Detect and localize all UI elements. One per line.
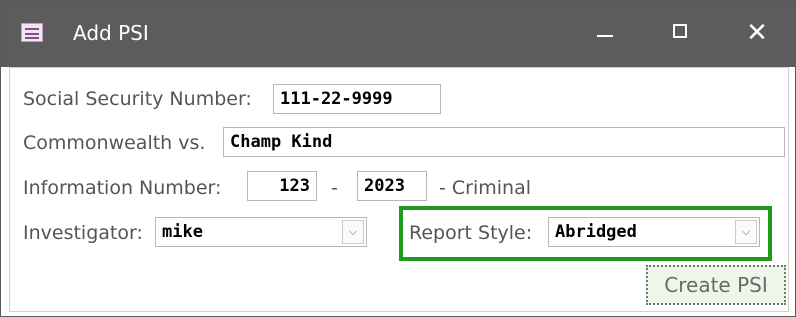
maximize-icon bbox=[673, 24, 687, 38]
information-year-input[interactable]: 2023 bbox=[357, 171, 427, 201]
investigator-dropdown[interactable]: mike ⌵ bbox=[155, 217, 367, 247]
information-number-dash: - bbox=[331, 177, 338, 199]
information-number-input[interactable]: 123 bbox=[247, 171, 317, 201]
commonwealth-input[interactable]: Champ Kind bbox=[223, 127, 785, 157]
report-style-label: Report Style: bbox=[409, 222, 533, 244]
access-form-icon bbox=[21, 23, 43, 42]
investigator-label: Investigator: bbox=[23, 222, 143, 244]
maximize-button[interactable] bbox=[649, 7, 713, 59]
chevron-down-icon[interactable]: ⌵ bbox=[735, 220, 757, 244]
create-psi-button[interactable]: Create PSI bbox=[646, 265, 786, 305]
report-style-value: Abridged bbox=[555, 222, 637, 242]
close-button[interactable]: ✕ bbox=[725, 7, 789, 59]
ssn-input[interactable]: 111-22-9999 bbox=[273, 84, 441, 114]
report-style-dropdown[interactable]: Abridged ⌵ bbox=[548, 217, 760, 247]
add-psi-window: Add PSI ✕ Social Security Number: 111-22… bbox=[0, 0, 796, 317]
window-title: Add PSI bbox=[73, 21, 149, 45]
criminal-label: - Criminal bbox=[439, 177, 532, 199]
minimize-icon bbox=[597, 35, 613, 37]
commonwealth-label: Commonwealth vs. bbox=[23, 132, 206, 154]
title-bar[interactable]: Add PSI ✕ bbox=[1, 1, 795, 67]
information-number-label: Information Number: bbox=[23, 177, 222, 199]
investigator-value: mike bbox=[162, 222, 203, 242]
chevron-down-icon[interactable]: ⌵ bbox=[342, 220, 364, 244]
close-icon: ✕ bbox=[746, 18, 768, 48]
minimize-button[interactable] bbox=[573, 7, 637, 59]
ssn-label: Social Security Number: bbox=[23, 88, 252, 110]
